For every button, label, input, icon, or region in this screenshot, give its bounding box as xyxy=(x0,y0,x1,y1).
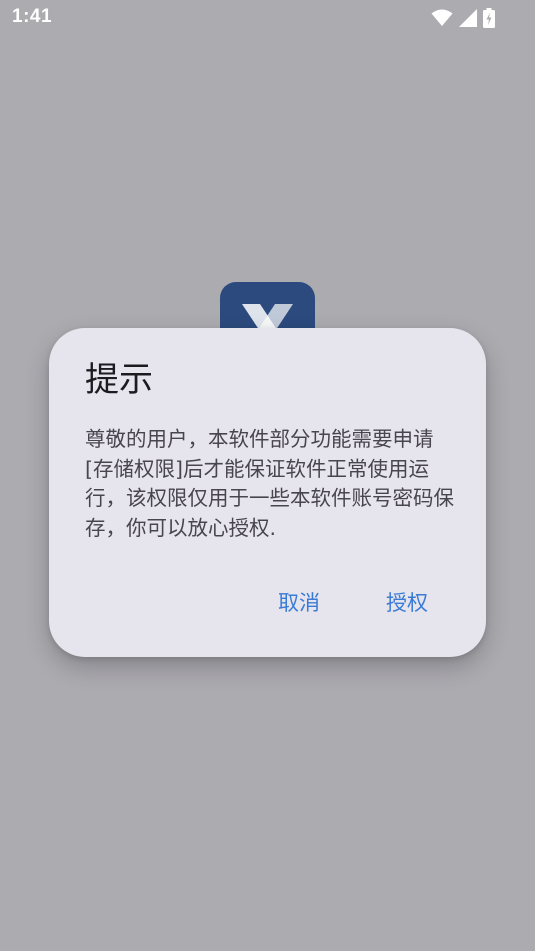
dialog-title: 提示 xyxy=(85,360,153,400)
cancel-button[interactable]: 取消 xyxy=(260,586,338,620)
wifi-icon xyxy=(431,9,453,27)
permission-dialog: 提示 尊敬的用户，本软件部分功能需要申请[存储权限]后才能保证软件正常使用运行，… xyxy=(49,328,486,657)
dialog-actions: 取消 授权 xyxy=(260,586,446,620)
dialog-message: 尊敬的用户，本软件部分功能需要申请[存储权限]后才能保证软件正常使用运行，该权限… xyxy=(85,427,454,540)
status-icons xyxy=(431,7,495,29)
status-time: 1:41 xyxy=(12,6,53,27)
battery-charging-icon xyxy=(483,8,495,28)
authorize-button[interactable]: 授权 xyxy=(368,586,446,620)
status-bar: 1:41 xyxy=(0,0,535,36)
cellular-signal-icon xyxy=(459,9,477,27)
